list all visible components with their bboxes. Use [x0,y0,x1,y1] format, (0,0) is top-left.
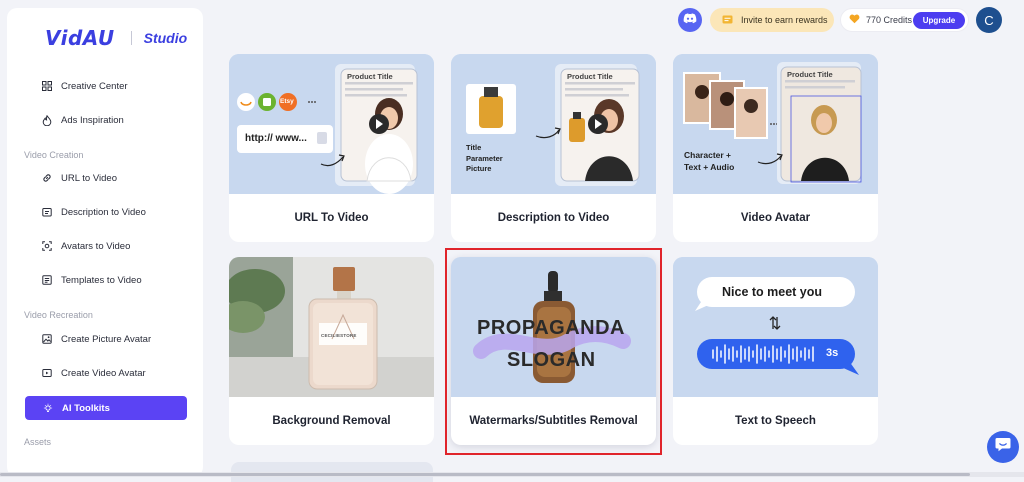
card-illustration: Product Title Title Parameter Picture [451,54,656,194]
sidebar-item-url-to-video[interactable]: URL to Video [24,166,187,190]
scrollbar-thumb[interactable] [0,473,970,476]
tool-card-url-to-video[interactable]: Product Title Etsy http:// www... URL To… [229,54,434,242]
logo-product: Studio [143,30,188,46]
card-product-title: Product Title [567,72,613,81]
sidebar-item-creative-center[interactable]: Creative Center [24,74,187,98]
sidebar-item-label: Create Picture Avatar [61,333,152,345]
card-illustration: Nice to meet you 3s [673,257,878,397]
tts-duration: 3s [826,347,839,359]
card-caption: Character + Text + Audio [684,149,734,173]
tool-card-text-to-speech[interactable]: Nice to meet you 3s Text to Speech [673,257,878,445]
discord-icon [683,11,697,29]
sidebar-item-label: Description to Video [61,206,146,218]
sidebar: VidAU Studio Creative Center Ads Inspira… [7,8,203,477]
grid-icon [42,81,52,91]
upgrade-button[interactable]: Upgrade [913,12,965,29]
card-url-text: http:// www... [245,133,307,144]
sidebar-item-create-video-avatar[interactable]: Create Video Avatar [24,361,187,385]
tts-bubble-text: Nice to meet you [722,285,823,299]
sidebar-item-label: Avatars to Video [61,240,131,252]
logo[interactable]: VidAU Studio [45,26,187,50]
card-illustration: Product Title Etsy http:// www... [229,54,434,194]
card-product-title: Product Title [787,70,833,79]
caption-line: Title [466,143,482,152]
logo-brand: VidAU [45,26,115,50]
avatar-icon [42,241,52,251]
sidebar-item-label: Ads Inspiration [61,114,124,126]
caption-line: Text + Audio [684,162,735,172]
sidebar-item-ads-inspiration[interactable]: Ads Inspiration [24,108,187,132]
sidebar-item-ai-toolkits[interactable]: AI Toolkits [25,396,187,420]
caption-line: Picture [466,164,492,173]
template-icon [42,275,52,285]
sidebar-group-title: Video Creation [24,150,84,160]
video-icon [42,368,52,378]
card-label: Description to Video [497,212,610,224]
credits-label: 770 Credits [866,15,913,25]
sidebar-item-label: AI Toolkits [62,402,110,414]
card-label: Text to Speech [735,415,816,427]
horizontal-scrollbar[interactable] [0,472,1024,477]
caption-line: Parameter [466,153,503,163]
user-avatar[interactable]: C [976,7,1002,33]
caption-line: Character + [684,150,732,160]
ticket-icon [722,15,733,26]
discord-button[interactable] [678,8,702,32]
card-label: Video Avatar [740,212,811,224]
card-illustration: CECILIESTORE [229,257,434,397]
fire-icon [42,114,52,126]
logo-divider [130,31,132,45]
tool-card-description-to-video[interactable]: Product Title Title Parameter Picture De… [451,54,656,242]
sidebar-group-title: Assets [24,437,52,447]
support-chat-button[interactable] [987,431,1019,463]
picture-icon [42,334,52,344]
card-product-title: Product Title [347,72,393,81]
sidebar-group-title: Video Recreation [24,310,93,320]
sidebar-item-description-to-video[interactable]: Description to Video [24,200,187,224]
card-caption: Title Parameter Picture [466,143,503,175]
tool-card-video-avatar[interactable]: Product Title Character + Text + Audio V… [673,54,878,242]
sidebar-item-label: Create Video Avatar [61,367,146,379]
sidebar-item-label: Creative Center [61,80,128,92]
sidebar-item-templates-to-video[interactable]: Templates to Video [24,268,187,292]
sidebar-item-label: Templates to Video [61,274,142,286]
invite-rewards-button[interactable]: Invite to earn rewards [710,8,834,32]
invite-label: Invite to earn rewards [741,15,828,25]
card-illustration: Product Title Character + Text + Audio [673,54,878,194]
marketplace-logo-etsy: Etsy [280,98,294,105]
chat-icon [995,437,1011,457]
tool-card-background-removal[interactable]: CECILIESTORE Background Removal [229,257,434,445]
selection-highlight [445,248,662,455]
bottle-brand-label: CECILIESTORE [321,333,357,338]
description-icon [42,207,52,217]
link-icon [42,173,52,183]
credits-widget[interactable]: 770 Credits Upgrade [840,8,969,32]
sidebar-item-create-picture-avatar[interactable]: Create Picture Avatar [24,327,187,351]
heart-icon [849,14,860,26]
bulb-icon [43,403,53,413]
card-label: URL To Video [294,212,369,224]
card-label: Background Removal [272,415,391,427]
sidebar-item-avatars-to-video[interactable]: Avatars to Video [24,234,187,258]
sidebar-item-label: URL to Video [61,172,117,184]
